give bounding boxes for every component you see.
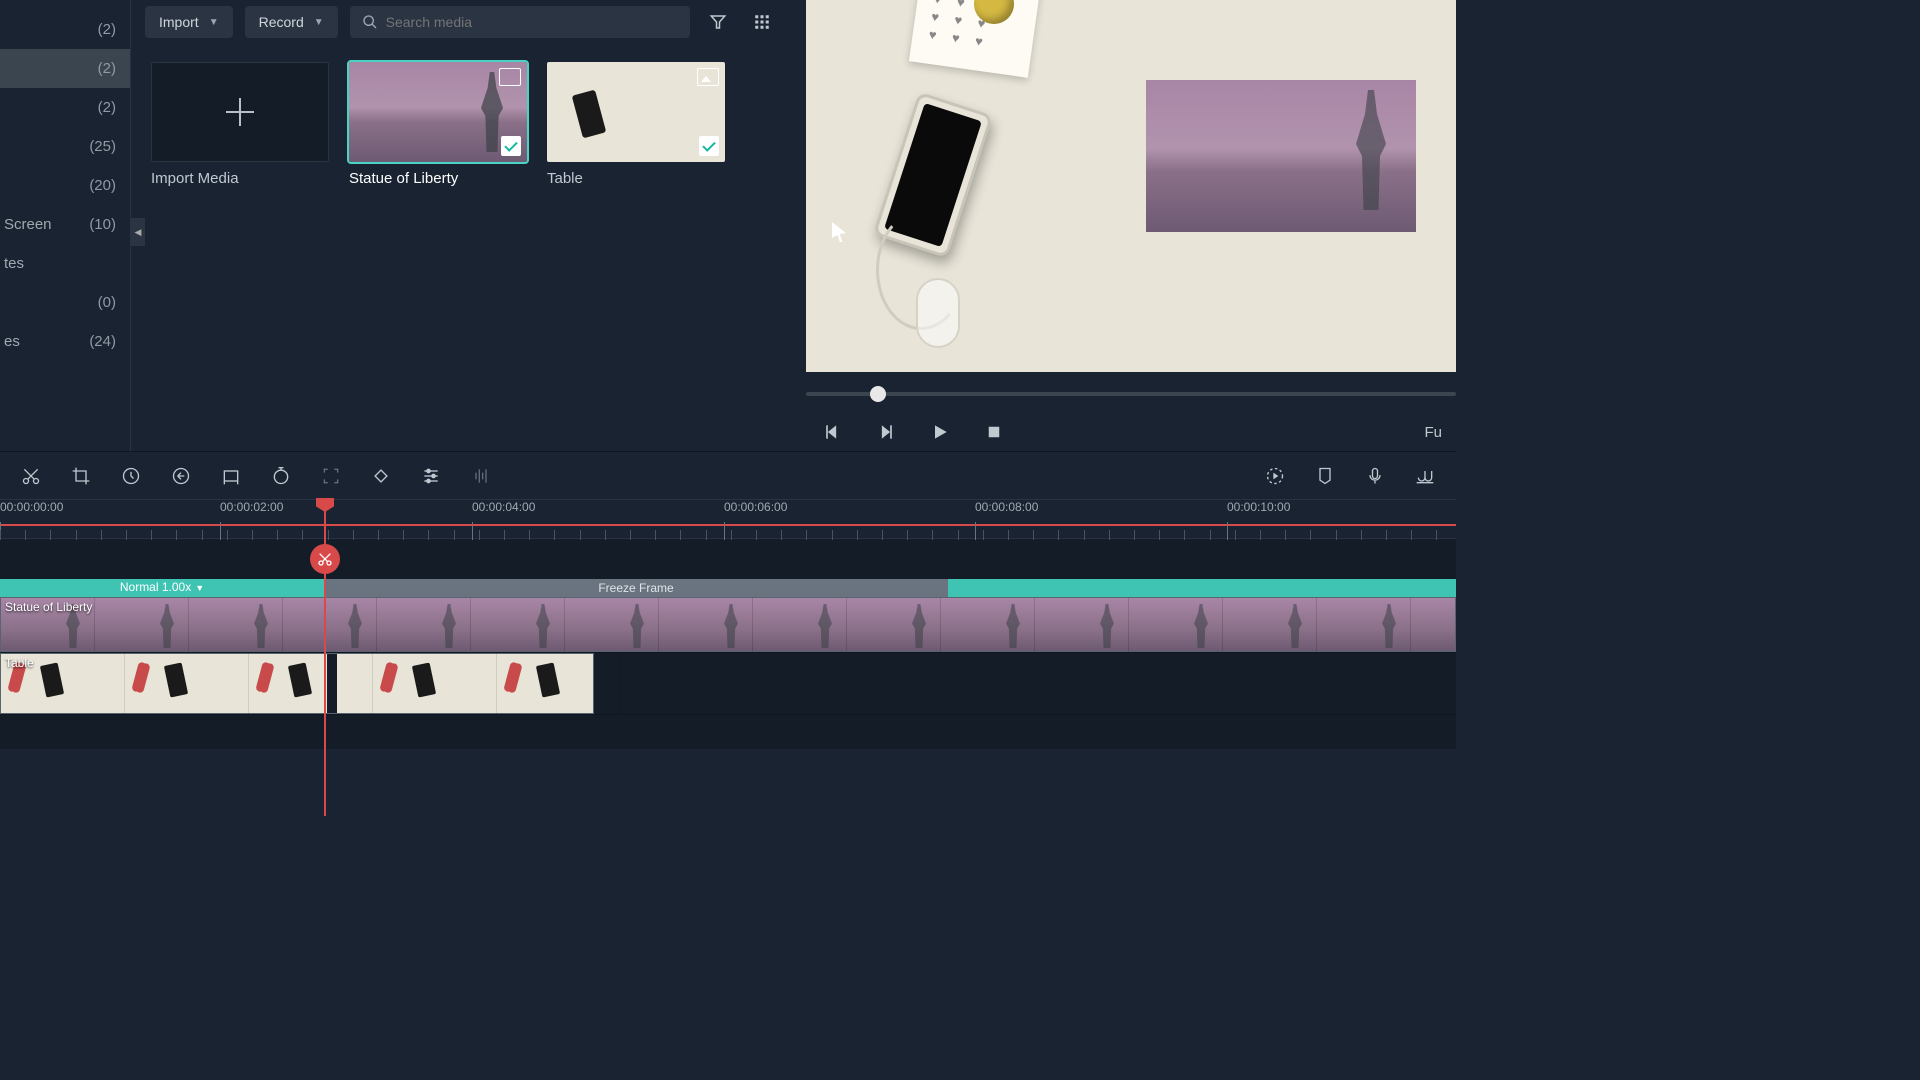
timeline-ruler[interactable]: 00:00:00:00 00:00:02:00 00:00:04:00 00:0… — [0, 499, 1456, 539]
reverse-icon[interactable] — [170, 465, 192, 487]
crop-icon[interactable] — [70, 465, 92, 487]
marker-icon[interactable] — [1314, 465, 1336, 487]
clip-label: Table — [5, 656, 34, 670]
grid-view-icon[interactable] — [746, 6, 778, 38]
timeline: 00:00:00:00 00:00:02:00 00:00:04:00 00:0… — [0, 499, 1456, 749]
sidebar-item[interactable]: (25) — [0, 127, 130, 166]
voiceover-icon[interactable] — [1364, 465, 1386, 487]
timeline-playhead[interactable] — [324, 500, 326, 816]
step-back-button[interactable] — [820, 420, 844, 444]
speed-icon[interactable] — [120, 465, 142, 487]
import-button[interactable]: Import▼ — [145, 6, 233, 38]
ruler-tick: 00:00:04:00 — [472, 500, 535, 514]
media-label: Statue of Liberty — [349, 170, 527, 187]
duration-icon[interactable] — [270, 465, 292, 487]
preview-pip-overlay[interactable] — [1146, 80, 1416, 232]
adjust-icon[interactable] — [420, 465, 442, 487]
ruler-tick: 00:00:00:00 — [0, 500, 63, 514]
timeline-clip[interactable]: Statue of Liberty — [0, 597, 1456, 652]
preview-scrubber[interactable] — [806, 382, 1456, 406]
timeline-toolbar — [0, 451, 1456, 499]
playhead-split-button[interactable] — [310, 544, 340, 574]
preview-panel: Fu — [806, 0, 1456, 451]
video-badge-icon — [499, 68, 521, 86]
step-forward-button[interactable] — [874, 420, 898, 444]
video-track-2[interactable]: Table — [0, 653, 1456, 715]
sidebar-item[interactable]: tes — [0, 244, 130, 283]
chevron-down-icon: ▼ — [314, 17, 324, 28]
audio-adjust-icon[interactable] — [470, 465, 492, 487]
record-button[interactable]: Record▼ — [245, 6, 338, 38]
media-tile-import[interactable]: Import Media — [151, 62, 329, 187]
fullscreen-label[interactable]: Fu — [1424, 424, 1442, 441]
timeline-clip[interactable]: Table — [0, 653, 594, 714]
media-tile[interactable]: Table — [547, 62, 725, 187]
media-panel: Import▼ Record▼ ◀ Import Media Statue of… — [130, 0, 806, 451]
chevron-down-icon: ▼ — [209, 17, 219, 28]
video-track-1[interactable]: Statue of Liberty — [0, 597, 1456, 653]
filter-icon[interactable] — [702, 6, 734, 38]
sidebar-item[interactable]: (2) — [0, 10, 130, 49]
collapse-sidebar-handle[interactable]: ◀ — [131, 218, 145, 246]
plus-icon — [226, 98, 254, 126]
sidebar-item[interactable]: es(24) — [0, 322, 130, 361]
keyframe-icon[interactable] — [370, 465, 392, 487]
preview-canvas[interactable] — [806, 0, 1456, 372]
media-tile[interactable]: Statue of Liberty — [349, 62, 527, 187]
cut-icon[interactable] — [20, 465, 42, 487]
speed-ramp-track[interactable]: Normal 1.00x▼ Freeze Frame — [0, 579, 1456, 597]
sidebar-item[interactable]: (2) — [0, 88, 130, 127]
clip-label: Statue of Liberty — [5, 600, 92, 614]
image-badge-icon — [697, 68, 719, 86]
ruler-tick: 00:00:06:00 — [724, 500, 787, 514]
freeze-frame-icon[interactable] — [220, 465, 242, 487]
check-icon — [699, 136, 719, 156]
search-input[interactable] — [386, 14, 678, 30]
scrubber-handle[interactable] — [870, 386, 886, 402]
preview-asset-tag — [916, 278, 960, 348]
search-icon — [362, 14, 378, 30]
speed-segment-freeze[interactable]: Freeze Frame — [324, 579, 948, 597]
render-preview-icon[interactable] — [1264, 465, 1286, 487]
audio-mixer-icon[interactable] — [1414, 465, 1436, 487]
media-category-sidebar: (2) (2) (2) (25) (20) Screen(10) tes (0)… — [0, 0, 130, 451]
auto-reframe-icon[interactable] — [320, 465, 342, 487]
sidebar-item[interactable]: Screen(10) — [0, 205, 130, 244]
stop-button[interactable] — [982, 420, 1006, 444]
media-label: Table — [547, 170, 725, 187]
speed-segment-label[interactable]: Normal 1.00x▼ — [120, 580, 204, 594]
speed-segment[interactable] — [948, 579, 1456, 597]
ruler-tick: 00:00:10:00 — [1227, 500, 1290, 514]
media-label: Import Media — [151, 170, 329, 187]
empty-track[interactable] — [0, 715, 1456, 749]
check-icon — [501, 136, 521, 156]
play-button[interactable] — [928, 420, 952, 444]
chevron-down-icon: ▼ — [195, 583, 204, 593]
ruler-tick: 00:00:02:00 — [220, 500, 283, 514]
cursor-icon — [832, 222, 846, 242]
sidebar-item[interactable]: (0) — [0, 283, 130, 322]
search-input-wrap[interactable] — [350, 6, 690, 38]
sidebar-item[interactable]: (2) — [0, 49, 130, 88]
ruler-tick: 00:00:08:00 — [975, 500, 1038, 514]
sidebar-item[interactable]: (20) — [0, 166, 130, 205]
